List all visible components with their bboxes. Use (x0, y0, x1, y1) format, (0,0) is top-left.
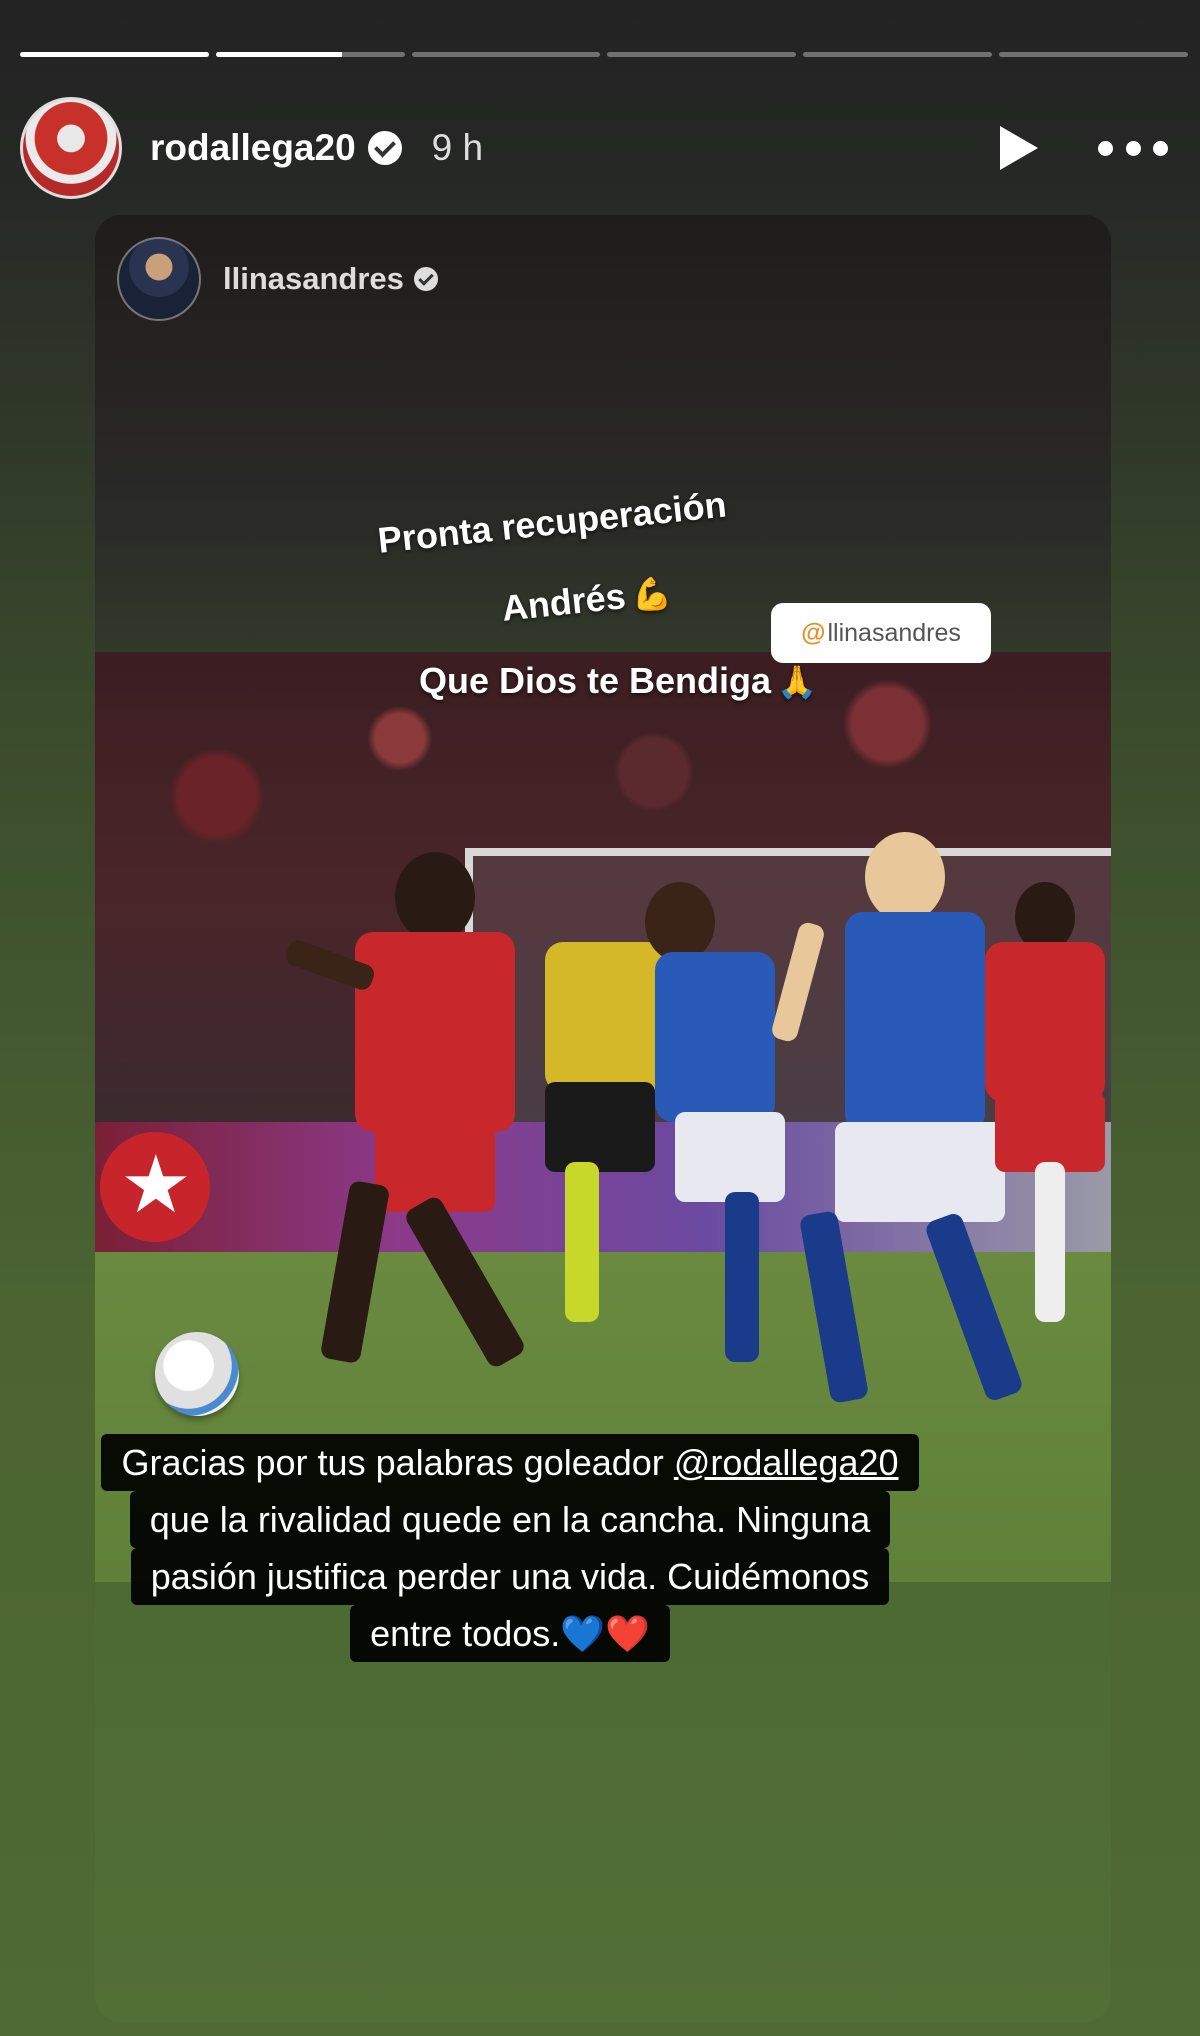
star-logo-icon (100, 1132, 210, 1242)
progress-segment (20, 52, 209, 57)
player-red-background (975, 882, 1111, 1362)
shared-username[interactable]: llinasandres (223, 261, 404, 297)
story-header: rodallega20 9 h (20, 96, 1180, 200)
caption-line-2: Andrés💪 (499, 574, 673, 629)
progress-segment (803, 52, 993, 57)
caption-line-1: Pronta recuperación (375, 483, 729, 561)
shared-story-header: llinasandres (117, 237, 438, 321)
progress-segment (607, 52, 797, 57)
soccer-ball (155, 1332, 239, 1416)
reply-line-2: que la rivalidad quede en la cancha. Nin… (129, 1491, 891, 1548)
play-icon[interactable] (990, 121, 1044, 175)
progress-segment (215, 52, 405, 57)
progress-segment (999, 52, 1188, 57)
blue-heart-icon: 💙 (560, 1613, 606, 1654)
verified-badge-icon (367, 131, 402, 165)
mention-sticker[interactable]: @ llinasandres (771, 603, 991, 663)
praying-hands-icon: 🙏 (777, 664, 817, 700)
avatar[interactable] (20, 97, 122, 199)
username[interactable]: rodallega20 (150, 127, 356, 169)
reply-line-1: Gracias por tus palabras goleador @rodal… (101, 1434, 919, 1491)
progress-segment (411, 52, 601, 57)
verified-badge-icon (413, 267, 438, 291)
caption-line-3: Que Dios te Bendiga 🙏 (419, 660, 817, 701)
shared-story-card[interactable]: llinasandres ★ Pronta recuperación André… (95, 215, 1111, 2022)
reply-line-3: pasión justifica perder una vida. Cuidém… (130, 1548, 890, 1605)
post-time: 9 h (431, 127, 484, 168)
red-heart-icon: ❤️ (605, 1613, 650, 1654)
reply-caption: Gracias por tus palabras goleador @rodal… (90, 1434, 930, 1662)
reply-line-4: entre todos.💙❤️ (350, 1605, 670, 1662)
more-options-icon[interactable] (1098, 121, 1168, 175)
story-progress-bar (20, 52, 1188, 57)
reply-mention-link[interactable]: @rodallega20 (674, 1442, 899, 1483)
at-icon: @ (801, 618, 826, 647)
shared-avatar[interactable] (117, 237, 201, 321)
flexed-biceps-icon: 💪 (629, 574, 673, 615)
